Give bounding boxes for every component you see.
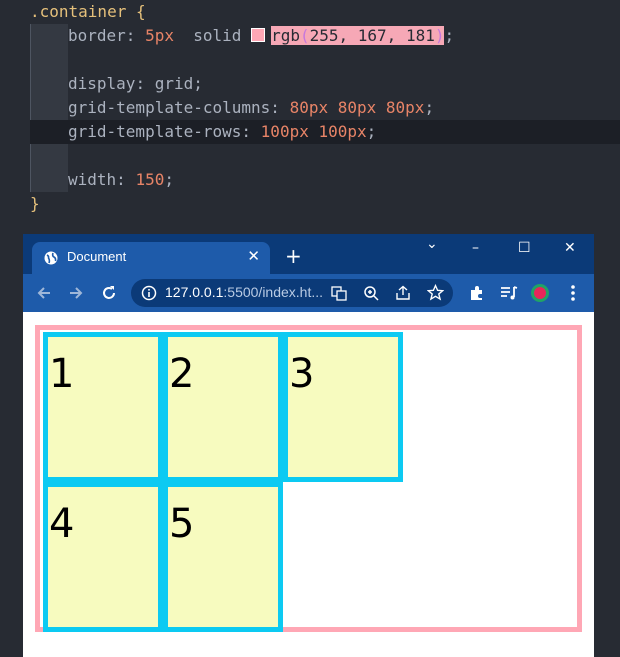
css-value: 80px 80px 80px [289, 98, 425, 117]
code-line-width: width: 150; [68, 168, 620, 192]
grid-item-2: 2 [163, 332, 283, 482]
semicolon: ; [164, 170, 174, 189]
code-line-border: border: 5px solid rgb(255, 167, 181); [68, 24, 620, 48]
reload-icon[interactable] [99, 283, 119, 303]
close-brace: } [30, 194, 40, 213]
color-swatch-icon[interactable] [251, 28, 266, 42]
css-selector: .container [30, 2, 127, 21]
close-window-icon[interactable]: ✕ [564, 240, 576, 256]
semicolon: ; [444, 26, 455, 45]
grid-item-label: 3 [289, 351, 315, 397]
rgb-args: 255, 167, 181 [309, 26, 435, 45]
code-line-selector: .container { [30, 0, 620, 24]
bookmark-star-icon[interactable] [427, 284, 444, 301]
grid-item-label: 1 [49, 351, 75, 397]
back-arrow-icon[interactable] [34, 283, 54, 303]
zoom-icon[interactable] [363, 285, 379, 301]
css-value: 150 [135, 170, 165, 189]
info-icon[interactable] [141, 285, 157, 301]
extensions-icon[interactable] [467, 283, 487, 303]
browser-toolbar: 127.0.0.1:5500/index.ht... [23, 274, 594, 312]
paren-open: ( [299, 26, 310, 45]
tab-close-icon[interactable]: ✕ [247, 247, 260, 265]
indent-guide-block [30, 24, 68, 192]
new-tab-button[interactable]: + [285, 246, 302, 266]
indent-guide-line [30, 24, 31, 192]
page-viewport: 1 2 3 4 5 [23, 312, 594, 657]
semicolon: ; [193, 74, 203, 93]
css-property: grid-template-columns [68, 98, 271, 117]
css-property: display [68, 74, 136, 93]
minimize-icon[interactable]: – [472, 240, 479, 256]
colon: : [135, 74, 146, 93]
grid-item-label: 4 [49, 501, 75, 547]
media-icon[interactable] [499, 283, 519, 303]
tab-title: Document [67, 249, 127, 264]
semicolon: ; [366, 122, 377, 141]
css-property: grid-template-rows [68, 122, 242, 141]
css-property: width [68, 170, 117, 189]
globe-icon [44, 251, 58, 265]
code-line-columns: grid-template-columns: 80px 80px 80px; [68, 96, 620, 120]
grid-container: 1 2 3 4 5 [35, 325, 582, 632]
tab-document[interactable]: Document ✕ [32, 242, 270, 274]
css-value: solid [193, 26, 242, 45]
colon: : [125, 26, 136, 45]
address-bar[interactable]: 127.0.0.1:5500/index.ht... [131, 279, 453, 307]
css-value: 100px 100px [260, 122, 367, 141]
forward-arrow-icon[interactable] [66, 283, 86, 303]
colon: : [270, 98, 280, 117]
code-line-rows-current: grid-template-rows: 100px 100px; [30, 120, 620, 144]
code-editor[interactable]: .container { border: 5px solid rgb(255, … [0, 0, 620, 232]
title-bar: Document ✕ + ⌄ – ☐ ✕ [23, 234, 594, 274]
semicolon: ; [424, 98, 435, 117]
url-text: 127.0.0.1:5500/index.ht... [165, 284, 323, 300]
translate-icon[interactable] [331, 285, 347, 301]
url-host: 127.0.0.1 [165, 284, 224, 300]
grid-item-label: 5 [169, 501, 195, 547]
rgb-function: rgb [271, 26, 300, 45]
open-brace: { [135, 2, 146, 21]
grid-item-3: 3 [283, 332, 403, 482]
browser-window: Document ✕ + ⌄ – ☐ ✕ 127.0.0.1:5500/inde… [23, 234, 594, 657]
share-icon[interactable] [395, 285, 411, 301]
menu-icon[interactable] [563, 283, 583, 303]
colon: : [116, 170, 126, 189]
grid-item-4: 4 [43, 482, 163, 632]
code-line-display: display: grid; [68, 72, 620, 96]
rgb-value-highlight: rgb(255, 167, 181) [271, 26, 445, 45]
css-value: grid [154, 74, 194, 93]
css-property: border [68, 26, 126, 45]
grid-item-5: 5 [163, 482, 283, 632]
code-line-close: } [30, 192, 620, 216]
tab-search-chevron-icon[interactable]: ⌄ [426, 236, 438, 252]
grid-item-1: 1 [43, 332, 163, 482]
profile-icon[interactable] [530, 283, 550, 303]
url-path: :5500/index.ht... [223, 284, 324, 300]
colon: : [241, 122, 252, 141]
grid-item-label: 2 [169, 351, 195, 397]
css-value: 5px [145, 26, 174, 45]
maximize-icon[interactable]: ☐ [518, 240, 531, 256]
